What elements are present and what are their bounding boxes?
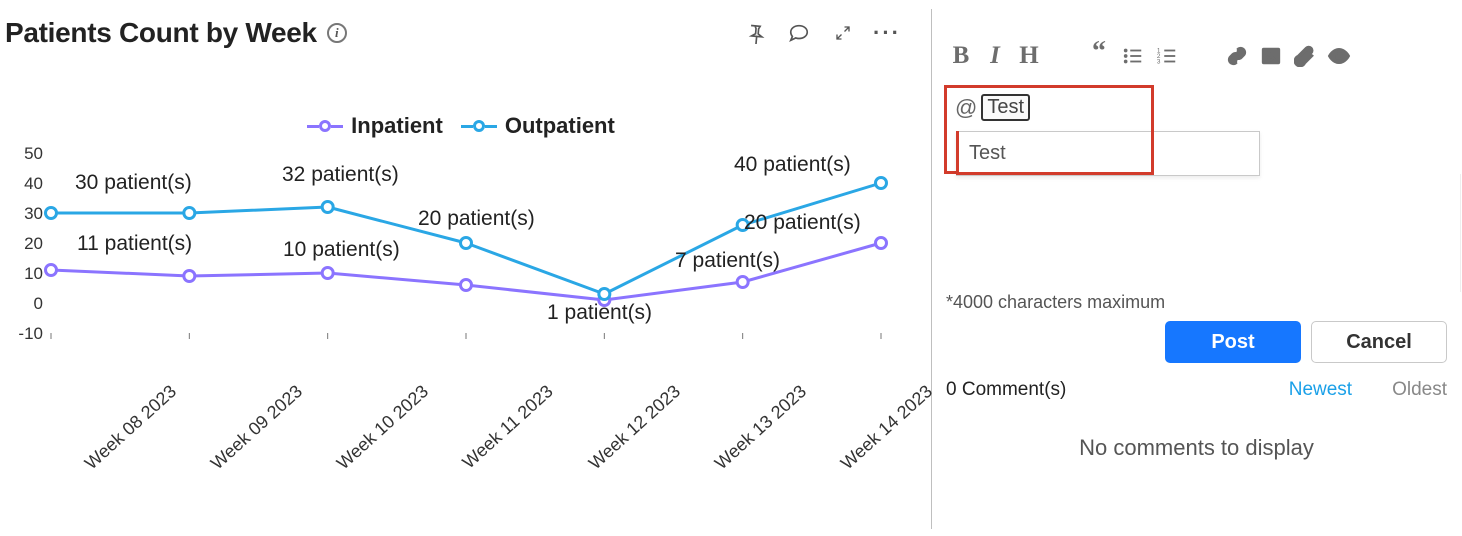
svg-text:0: 0	[34, 294, 43, 313]
chart-plot-area: -10 0 10 20 30 40 50 30 patient(s) 32 patient(…	[1, 123, 921, 503]
label-outpatient-w11: 20 patient(s)	[418, 207, 535, 231]
post-button[interactable]: Post	[1165, 321, 1301, 363]
sort-oldest[interactable]: Oldest	[1392, 379, 1447, 401]
label-inpatient-w12: 1 patient(s)	[547, 301, 652, 325]
mention-suggestion-label: Test	[969, 142, 1006, 164]
label-inpatient-w13: 7 patient(s)	[675, 249, 780, 273]
empty-comments-label: No comments to display	[932, 435, 1461, 461]
heading-icon[interactable]: H	[1012, 39, 1046, 73]
preview-icon[interactable]	[1322, 39, 1356, 73]
svg-text:50: 50	[24, 144, 43, 163]
label-inpatient-w14: 20 patient(s)	[744, 211, 861, 235]
label-inpatient-w08: 11 patient(s)	[77, 232, 192, 256]
svg-text:20: 20	[24, 234, 43, 253]
more-icon[interactable]: ···	[873, 19, 901, 47]
svg-text:10: 10	[24, 264, 43, 283]
label-outpatient-w10: 32 patient(s)	[282, 163, 399, 187]
label-inpatient-w10: 10 patient(s)	[283, 238, 400, 262]
quote-icon[interactable]: “	[1082, 39, 1116, 73]
svg-text:40: 40	[24, 174, 43, 193]
svg-text:30: 30	[24, 204, 43, 223]
attachment-icon[interactable]	[1288, 39, 1322, 73]
italic-icon[interactable]: I	[978, 39, 1012, 73]
char-limit-note: *4000 characters maximum	[946, 292, 1461, 313]
cancel-button[interactable]: Cancel	[1311, 321, 1447, 363]
sort-newest[interactable]: Newest	[1289, 379, 1352, 401]
olist-icon[interactable]: 123	[1150, 39, 1184, 73]
comment-editor[interactable]: @ Test Test	[944, 85, 1447, 174]
bold-icon[interactable]: B	[944, 39, 978, 73]
image-icon[interactable]	[1254, 39, 1288, 73]
link-icon[interactable]	[1220, 39, 1254, 73]
expand-icon[interactable]	[829, 19, 857, 47]
label-outpatient-w14: 40 patient(s)	[734, 153, 851, 177]
editor-toolbar: B I H “ 123	[932, 35, 1461, 83]
comments-panel: B I H “ 123	[932, 1, 1461, 535]
svg-text:-10: -10	[18, 324, 43, 343]
info-icon[interactable]: i	[327, 23, 347, 43]
ulist-icon[interactable]	[1116, 39, 1150, 73]
comment-count: 0 Comment(s)	[946, 379, 1066, 401]
mention-suggestion[interactable]: Test	[956, 131, 1260, 176]
label-outpatient-w08: 30 patient(s)	[75, 171, 192, 195]
chart-title: Patients Count by Week	[5, 17, 317, 49]
svg-text:3: 3	[1157, 58, 1161, 65]
pin-icon[interactable]	[741, 19, 769, 47]
comment-icon[interactable]	[785, 19, 813, 47]
chart-panel: Patients Count by Week i ··· Inpatient O…	[1, 1, 931, 535]
at-symbol: @	[955, 95, 977, 121]
mention-input[interactable]: Test	[981, 94, 1030, 121]
